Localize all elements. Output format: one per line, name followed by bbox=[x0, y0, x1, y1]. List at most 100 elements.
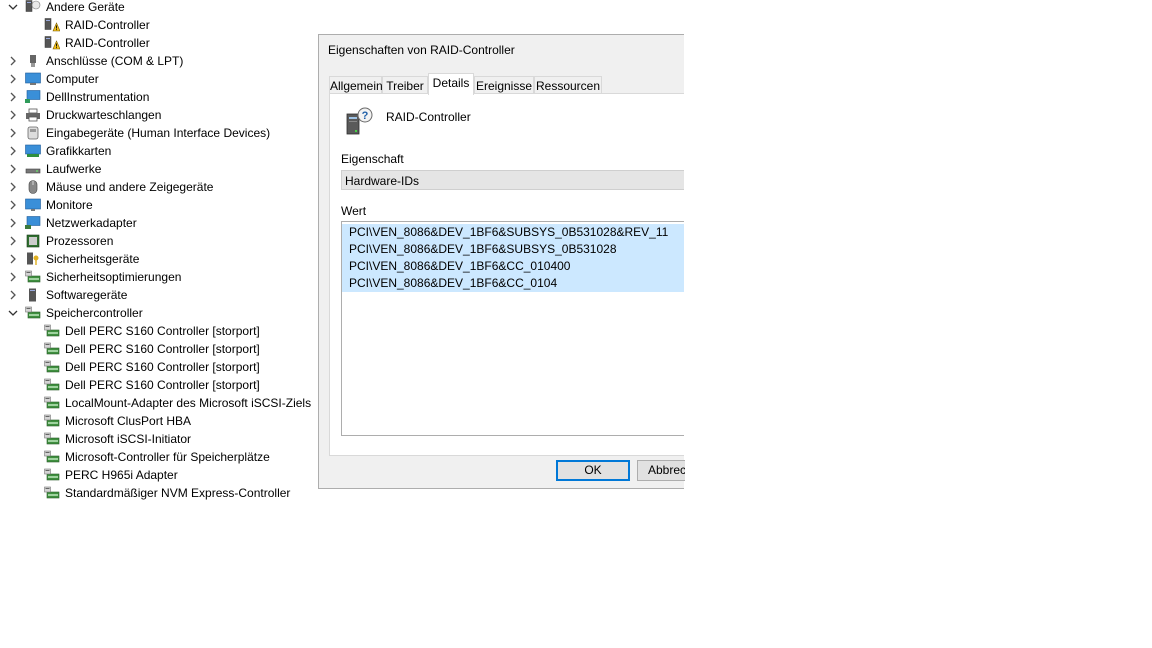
tree-item-storage-controller[interactable]: Dell PERC S160 Controller [storport] bbox=[0, 376, 318, 394]
tree-category-sicherheitsgeraete[interactable]: Sicherheitsgeräte bbox=[0, 250, 318, 268]
tree-category-laufwerke[interactable]: Laufwerke bbox=[0, 160, 318, 178]
list-item[interactable]: PCI\VEN_8086&DEV_1BF6&SUBSYS_0B531028 bbox=[342, 241, 684, 258]
tree-category-label: Speichercontroller bbox=[46, 306, 143, 320]
tree-category-monitore[interactable]: Monitore bbox=[0, 196, 318, 214]
storage-controller-icon bbox=[44, 432, 60, 446]
tree-item-storage-controller[interactable]: Microsoft-Controller für Speicherplätze bbox=[0, 448, 318, 466]
tree-item-storage-controller[interactable]: Dell PERC S160 Controller [storport] bbox=[0, 340, 318, 358]
storage-controller-icon bbox=[44, 486, 60, 500]
tree-category-sicherheitsoptimierungen[interactable]: Sicherheitsoptimierungen bbox=[0, 268, 318, 286]
disk-drive-icon bbox=[25, 162, 41, 176]
warning-device-icon bbox=[44, 36, 60, 50]
tab-bar: Allgemein Treiber Details Ereignisse Res… bbox=[329, 73, 684, 95]
list-item[interactable]: PCI\VEN_8086&DEV_1BF6&CC_0104 bbox=[342, 275, 684, 292]
tree-item-storage-controller[interactable]: LocalMount-Adapter des Microsoft iSCSI-Z… bbox=[0, 394, 318, 412]
storage-controller-icon bbox=[44, 378, 60, 392]
list-item[interactable]: PCI\VEN_8086&DEV_1BF6&CC_010400 bbox=[342, 258, 684, 275]
value-label: Wert bbox=[341, 204, 367, 218]
tree-item-raid-controller[interactable]: RAID-Controller bbox=[0, 16, 318, 34]
tree-category-eingabegeraete[interactable]: Eingabegeräte (Human Interface Devices) bbox=[0, 124, 318, 142]
tree-item-label: PERC H965i Adapter bbox=[65, 468, 178, 482]
chevron-right-icon[interactable] bbox=[7, 196, 19, 214]
tab-allgemein[interactable]: Allgemein bbox=[329, 76, 383, 94]
display-adapter-icon bbox=[25, 144, 41, 158]
monitor-icon bbox=[25, 198, 41, 212]
tree-category-label: Druckwarteschlangen bbox=[46, 108, 162, 122]
tree-item-label: Microsoft iSCSI-Initiator bbox=[65, 432, 192, 446]
tree-category-label: Grafikkarten bbox=[46, 144, 112, 158]
chevron-right-icon[interactable] bbox=[7, 178, 19, 196]
tree-item-storage-controller[interactable]: Dell PERC S160 Controller [storport] bbox=[0, 322, 318, 340]
tree-category-label: Mäuse und andere Zeigegeräte bbox=[46, 180, 214, 194]
tab-ereignisse[interactable]: Ereignisse bbox=[474, 76, 534, 94]
port-icon bbox=[25, 54, 41, 68]
tree-item-label: Dell PERC S160 Controller [storport] bbox=[65, 360, 260, 374]
storage-controller-icon bbox=[44, 342, 60, 356]
chevron-right-icon[interactable] bbox=[7, 70, 19, 88]
tree-category-druckwarteschlangen[interactable]: Druckwarteschlangen bbox=[0, 106, 318, 124]
chevron-right-icon[interactable] bbox=[7, 106, 19, 124]
chevron-right-icon[interactable] bbox=[7, 232, 19, 250]
mouse-icon bbox=[25, 180, 41, 194]
chevron-right-icon[interactable] bbox=[7, 88, 19, 106]
storage-controller-icon bbox=[44, 324, 60, 338]
chevron-right-icon[interactable] bbox=[7, 160, 19, 178]
tree-category-maeuse[interactable]: Mäuse und andere Zeigegeräte bbox=[0, 178, 318, 196]
tab-treiber[interactable]: Treiber bbox=[382, 76, 428, 94]
storage-controller-icon bbox=[44, 414, 60, 428]
storage-controller-icon bbox=[44, 396, 60, 410]
tree-category-speichercontroller[interactable]: Speichercontroller bbox=[0, 304, 318, 322]
tree-item-label: LocalMount-Adapter des Microsoft iSCSI-Z… bbox=[65, 396, 312, 410]
tree-category-label: Sicherheitsgeräte bbox=[46, 252, 140, 266]
tree-item-label: Microsoft-Controller für Speicherplätze bbox=[65, 450, 270, 464]
tree-category-computer[interactable]: Computer bbox=[0, 70, 318, 88]
tree-item-label: RAID-Controller bbox=[65, 18, 150, 32]
tab-ressourcen[interactable]: Ressourcen bbox=[534, 76, 602, 94]
tree-category-label: Prozessoren bbox=[46, 234, 114, 248]
tree-category-softwaregeraete[interactable]: Softwaregeräte bbox=[0, 286, 318, 304]
storage-controller-icon bbox=[44, 360, 60, 374]
chevron-down-icon[interactable] bbox=[7, 304, 19, 322]
value-list[interactable]: PCI\VEN_8086&DEV_1BF6&SUBSYS_0B531028&RE… bbox=[341, 221, 684, 436]
tree-item-storage-controller[interactable]: Standardmäßiger NVM Express-Controller bbox=[0, 484, 318, 502]
tree-item-storage-controller[interactable]: Microsoft ClusPort HBA bbox=[0, 412, 318, 430]
tree-item-storage-controller[interactable]: Dell PERC S160 Controller [storport] bbox=[0, 358, 318, 376]
tab-details[interactable]: Details bbox=[428, 73, 474, 95]
unknown-device-icon bbox=[25, 0, 41, 14]
tree-category-netzwerkadapter[interactable]: Netzwerkadapter bbox=[0, 214, 318, 232]
list-item[interactable]: PCI\VEN_8086&DEV_1BF6&SUBSYS_0B531028&RE… bbox=[342, 224, 684, 241]
property-dropdown[interactable]: Hardware-IDs bbox=[341, 170, 684, 190]
printer-icon bbox=[25, 108, 41, 122]
chevron-right-icon[interactable] bbox=[7, 124, 19, 142]
chevron-right-icon[interactable] bbox=[7, 286, 19, 304]
cancel-button[interactable]: Abbrechen bbox=[637, 460, 685, 481]
security-device-icon bbox=[25, 252, 41, 266]
tree-category-label: Eingabegeräte (Human Interface Devices) bbox=[46, 126, 271, 140]
security-optimization-icon bbox=[25, 270, 41, 284]
tree-item-storage-controller[interactable]: PERC H965i Adapter bbox=[0, 466, 318, 484]
tree-item-label: Dell PERC S160 Controller [storport] bbox=[65, 342, 260, 356]
unknown-device-icon: ? bbox=[344, 106, 374, 136]
chevron-right-icon[interactable] bbox=[7, 142, 19, 160]
tree-category-grafikkarten[interactable]: Grafikkarten bbox=[0, 142, 318, 160]
chevron-right-icon[interactable] bbox=[7, 250, 19, 268]
tree-category-label: Anschlüsse (COM & LPT) bbox=[46, 54, 184, 68]
chevron-right-icon[interactable] bbox=[7, 52, 19, 70]
tree-item-raid-controller[interactable]: RAID-Controller bbox=[0, 34, 318, 52]
tree-item-storage-controller[interactable]: Microsoft iSCSI-Initiator bbox=[0, 430, 318, 448]
tree-category-anschluesse[interactable]: Anschlüsse (COM & LPT) bbox=[0, 52, 318, 70]
chevron-right-icon[interactable] bbox=[7, 268, 19, 286]
storage-controller-icon bbox=[44, 450, 60, 464]
tree-category-dellinstrumentation[interactable]: DellInstrumentation bbox=[0, 88, 318, 106]
tree-category-label: Monitore bbox=[46, 198, 93, 212]
network-adapter-icon bbox=[25, 216, 41, 230]
software-device-icon bbox=[25, 288, 41, 302]
tree-category-prozessoren[interactable]: Prozessoren bbox=[0, 232, 318, 250]
tree-category-label: Softwaregeräte bbox=[46, 288, 128, 302]
tree-item-label: Dell PERC S160 Controller [storport] bbox=[65, 378, 260, 392]
chevron-down-icon[interactable] bbox=[7, 0, 19, 16]
tree-category-andere-geraete[interactable]: Andere Geräte bbox=[0, 0, 318, 16]
device-tree: Andere Geräte RAID-Controller RAID-Contr… bbox=[0, 0, 318, 502]
ok-button[interactable]: OK bbox=[556, 460, 630, 481]
chevron-right-icon[interactable] bbox=[7, 214, 19, 232]
